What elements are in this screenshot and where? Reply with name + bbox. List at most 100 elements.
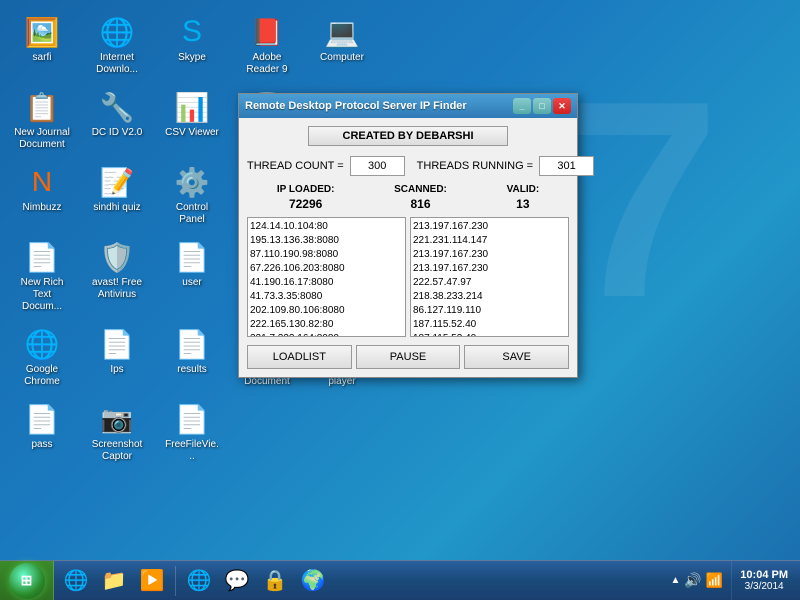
chrome-icon: 🌐 bbox=[24, 326, 60, 362]
csv-icon: 📊 bbox=[174, 89, 210, 125]
user-icon: 📄 bbox=[174, 239, 210, 275]
icon-skype[interactable]: S Skype bbox=[160, 10, 224, 80]
clock-time: 10:04 PM bbox=[740, 569, 788, 581]
icon-sindhi-quiz[interactable]: 📝 sindhi quiz bbox=[85, 160, 149, 230]
chrome-label: Google Chrome bbox=[14, 364, 70, 388]
icon-new-journal[interactable]: 📋 New Journal Document bbox=[10, 85, 74, 155]
threads-running-input[interactable] bbox=[539, 156, 594, 176]
rich-text2-label: New Rich Text Docum... bbox=[14, 277, 70, 313]
icon-results[interactable]: 📄 results bbox=[160, 322, 224, 392]
thread-count-input[interactable] bbox=[350, 156, 405, 176]
taskbar-folder[interactable]: 📁 bbox=[96, 564, 132, 598]
tray-sound-icon: 🔊 bbox=[684, 572, 701, 589]
list-item: 41.73.3.35:8080 bbox=[250, 290, 403, 304]
start-orb: ⊞ bbox=[9, 563, 45, 599]
clock-date: 3/3/2014 bbox=[745, 581, 784, 592]
dc-id-label: DC ID V2.0 bbox=[92, 127, 143, 139]
list-item: 87.110.190.98:8080 bbox=[250, 248, 403, 262]
icon-sarfi[interactable]: 🖼️ sarfi bbox=[10, 10, 74, 80]
user-label: user bbox=[182, 277, 201, 289]
nimbuzz-label: Nimbuzz bbox=[23, 202, 62, 214]
icon-ips[interactable]: 📄 Ips bbox=[85, 322, 149, 392]
sindhi-icon: 📝 bbox=[99, 164, 135, 200]
save-button[interactable]: SAVE bbox=[464, 345, 569, 369]
pass-label: pass bbox=[31, 439, 52, 451]
ip-loaded-value: 72296 bbox=[289, 197, 322, 211]
freefile-icon: 📄 bbox=[174, 401, 210, 437]
taskbar-clock[interactable]: 10:04 PM 3/3/2014 bbox=[731, 561, 796, 600]
taskbar-skype[interactable]: 💬 bbox=[219, 564, 255, 598]
taskbar-lock[interactable]: 🔒 bbox=[257, 564, 293, 598]
results-icon: 📄 bbox=[174, 326, 210, 362]
tray-arrow[interactable]: ▲ bbox=[671, 575, 681, 586]
icon-adobe-reader[interactable]: 📕 Adobe Reader 9 bbox=[235, 10, 299, 80]
icon-freefile[interactable]: 📄 FreeFileVie... bbox=[160, 397, 224, 467]
scanned-col: SCANNED: 816 bbox=[394, 184, 447, 211]
dc-id-icon: 🔧 bbox=[99, 89, 135, 125]
pause-button[interactable]: PAUSE bbox=[356, 345, 461, 369]
computer-label: Computer bbox=[320, 52, 364, 64]
list-item: 213.197.167.230 bbox=[413, 220, 566, 234]
scanned-label: SCANNED: bbox=[394, 184, 447, 195]
internet-download-label: Internet Downlo... bbox=[89, 52, 145, 76]
rich-text2-icon: 📄 bbox=[24, 239, 60, 275]
icon-pass[interactable]: 📄 pass bbox=[10, 397, 74, 467]
list-item: 187.115.52.40 bbox=[413, 318, 566, 332]
pass-icon: 📄 bbox=[24, 401, 60, 437]
screenshot-icon: 📷 bbox=[99, 401, 135, 437]
created-by-button[interactable]: CREATED BY DEBARSHI bbox=[308, 126, 508, 146]
icon-new-rich-text2[interactable]: 📄 New Rich Text Docum... bbox=[10, 235, 74, 317]
icon-screenshot-captor[interactable]: 📷 Screenshot Captor bbox=[85, 397, 149, 467]
tray-network-icon: 📶 bbox=[706, 572, 723, 589]
internet-download-icon: 🌐 bbox=[99, 14, 135, 50]
list-item: 124.14.10.104:80 bbox=[250, 220, 403, 234]
icon-control-panel[interactable]: ⚙️ Control Panel bbox=[160, 160, 224, 230]
icon-computer[interactable]: 💻 Computer bbox=[310, 10, 374, 80]
results-label: results bbox=[177, 364, 206, 376]
list-item: 41.190.16.17:8080 bbox=[250, 276, 403, 290]
taskbar-chrome[interactable]: 🌐 bbox=[181, 564, 217, 598]
computer-icon: 💻 bbox=[324, 14, 360, 50]
ips-icon: 📄 bbox=[99, 326, 135, 362]
control-panel-label: Control Panel bbox=[164, 202, 220, 226]
loadlist-button[interactable]: LOADLIST bbox=[247, 345, 352, 369]
taskbar-separator bbox=[175, 566, 176, 596]
maximize-button[interactable]: □ bbox=[533, 98, 551, 114]
icon-csv-viewer[interactable]: 📊 CSV Viewer bbox=[160, 85, 224, 155]
skype-label: Skype bbox=[178, 52, 206, 64]
control-panel-icon: ⚙️ bbox=[174, 164, 210, 200]
minimize-button[interactable]: _ bbox=[513, 98, 531, 114]
taskbar-mediaplayer[interactable]: ▶️ bbox=[134, 564, 170, 598]
ips-label: Ips bbox=[110, 364, 123, 376]
list-item: 86.127.119.110 bbox=[413, 304, 566, 318]
close-button[interactable]: ✕ bbox=[553, 98, 571, 114]
dialog-body: CREATED BY DEBARSHI THREAD COUNT = THREA… bbox=[239, 118, 577, 377]
list-item: 218.38.233.214 bbox=[413, 290, 566, 304]
ip-list-box[interactable]: 124.14.10.104:80195.13.136.38:808087.110… bbox=[247, 217, 406, 337]
skype-icon: S bbox=[174, 14, 210, 50]
icon-nimbuzz[interactable]: N Nimbuzz bbox=[10, 160, 74, 230]
taskbar-ie[interactable]: 🌐 bbox=[58, 564, 94, 598]
icon-internet-download[interactable]: 🌐 Internet Downlo... bbox=[85, 10, 149, 80]
dialog-titlebar: Remote Desktop Protocol Server IP Finder… bbox=[239, 94, 577, 118]
taskbar-right: ▲ 🔊 📶 10:04 PM 3/3/2014 bbox=[663, 561, 800, 600]
valid-list-box[interactable]: 213.197.167.230221.231.114.147213.197.16… bbox=[410, 217, 569, 337]
ip-loaded-col: IP LOADED: 72296 bbox=[277, 184, 335, 211]
thread-count-row: THREAD COUNT = THREADS RUNNING = bbox=[247, 156, 569, 176]
icon-dc-id[interactable]: 🔧 DC ID V2.0 bbox=[85, 85, 149, 155]
taskbar-globe[interactable]: 🌍 bbox=[295, 564, 331, 598]
list-item: 222.165.130.82:80 bbox=[250, 318, 403, 332]
start-button[interactable]: ⊞ bbox=[0, 561, 54, 600]
journal-label: New Journal Document bbox=[14, 127, 70, 151]
icon-avast[interactable]: 🛡️ avast! Free Antivirus bbox=[85, 235, 149, 317]
stats-row: IP LOADED: 72296 SCANNED: 816 VALID: 13 bbox=[247, 184, 569, 211]
icon-user[interactable]: 📄 user bbox=[160, 235, 224, 317]
icon-google-chrome[interactable]: 🌐 Google Chrome bbox=[10, 322, 74, 392]
sindhi-label: sindhi quiz bbox=[93, 202, 140, 214]
taskbar: ⊞ 🌐 📁 ▶️ 🌐 💬 🔒 🌍 ▲ 🔊 📶 10:04 PM 3/3/2014 bbox=[0, 560, 800, 600]
rdp-finder-dialog: Remote Desktop Protocol Server IP Finder… bbox=[238, 93, 578, 378]
dialog-title: Remote Desktop Protocol Server IP Finder bbox=[245, 100, 467, 112]
list-item: 202.109.80.106:8080 bbox=[250, 304, 403, 318]
ip-loaded-label: IP LOADED: bbox=[277, 184, 335, 195]
lists-row: 124.14.10.104:80195.13.136.38:808087.110… bbox=[247, 217, 569, 337]
